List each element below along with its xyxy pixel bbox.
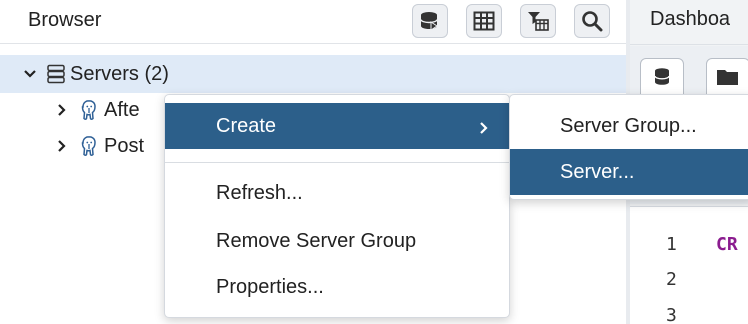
- chevron-down-icon[interactable]: [22, 66, 38, 82]
- folder-icon: [716, 67, 740, 92]
- menu-item-label: Properties...: [216, 275, 324, 298]
- tab-divider: [630, 44, 748, 45]
- context-menu: Create Refresh... Remove Server Group Pr…: [164, 94, 510, 318]
- postgres-elephant-icon: [78, 99, 100, 121]
- view-data-button[interactable]: [466, 4, 502, 38]
- pgadmin-window: Browser Servers (2) Afte Post Dashboa 1 …: [0, 0, 748, 324]
- server-group-icon: [46, 64, 66, 84]
- line-number: 3: [666, 305, 677, 324]
- filtered-rows-button[interactable]: [520, 4, 556, 38]
- tree-node-server[interactable]: Post: [0, 127, 170, 165]
- create-submenu: Server Group... Server...: [509, 94, 748, 200]
- tree-node-servers[interactable]: Servers (2): [0, 55, 626, 93]
- browser-header: Browser: [0, 0, 626, 44]
- menu-item-label: Create: [216, 114, 277, 137]
- menu-item-remove-server-group[interactable]: Remove Server Group: [165, 219, 509, 263]
- menu-item-label: Server Group...: [560, 114, 697, 137]
- browser-title: Browser: [28, 9, 102, 31]
- line-number: 1: [666, 234, 677, 255]
- database-query-icon: [419, 10, 441, 32]
- menu-item-server-group[interactable]: Server Group...: [510, 103, 748, 149]
- sql-keyword: CR: [716, 234, 738, 255]
- tab-dashboard[interactable]: Dashboa: [650, 8, 730, 31]
- menu-item-create[interactable]: Create: [165, 103, 509, 149]
- tree-node-server[interactable]: Afte: [0, 91, 170, 129]
- table-grid-icon: [473, 11, 495, 31]
- menu-item-refresh[interactable]: Refresh...: [165, 171, 509, 215]
- database-icon: [653, 67, 671, 92]
- search-icon: [581, 10, 603, 32]
- menu-item-label: Refresh...: [216, 181, 303, 204]
- chevron-right-icon: [479, 118, 489, 141]
- menu-item-label: Server...: [560, 160, 635, 183]
- filter-table-icon: [527, 10, 549, 32]
- line-number: 2: [666, 269, 677, 290]
- search-objects-button[interactable]: [574, 4, 610, 38]
- query-tool-button[interactable]: [412, 4, 448, 38]
- tree-node-label: Servers (2): [70, 62, 169, 85]
- menu-item-label: Remove Server Group: [216, 229, 417, 252]
- tree-node-label: Afte: [104, 98, 140, 121]
- menu-item-server[interactable]: Server...: [510, 149, 748, 195]
- menu-item-properties[interactable]: Properties...: [165, 265, 509, 309]
- menu-divider: [165, 162, 509, 163]
- sql-editor[interactable]: 1 CR 2 3: [630, 206, 748, 324]
- postgres-elephant-icon: [78, 135, 100, 157]
- tree-node-label: Post: [104, 134, 145, 157]
- chevron-right-icon[interactable]: [54, 138, 70, 154]
- chevron-right-icon[interactable]: [54, 102, 70, 118]
